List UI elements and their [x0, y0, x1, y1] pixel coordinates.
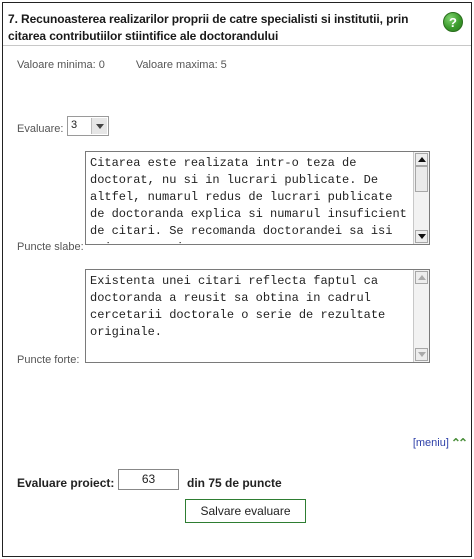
project-evaluation-label: Evaluare proiect:	[17, 476, 115, 490]
strong-points-label: Puncte forte:	[17, 354, 80, 366]
scroll-down-icon[interactable]	[415, 230, 428, 243]
help-icon[interactable]: ?	[443, 12, 463, 32]
strong-points-textarea[interactable]: Existenta unei citari reflecta faptul ca…	[85, 269, 430, 363]
project-score-suffix: din 75 de puncte	[187, 476, 282, 490]
project-score-input[interactable]: 63	[118, 469, 179, 490]
menu-link[interactable]: [meniu] ⌃⌃	[413, 436, 468, 450]
weak-points-text[interactable]: Citarea este realizata intr-o teza de do…	[90, 155, 411, 244]
save-evaluation-button[interactable]: Salvare evaluare	[185, 499, 306, 523]
criterion-header: 7. Recunoasterea realizarilor proprii de…	[3, 3, 471, 46]
evaluation-select[interactable]: 3	[67, 116, 109, 136]
help-glyph: ?	[449, 15, 457, 30]
menu-link-label[interactable]: [meniu]	[413, 437, 449, 449]
scroll-down-icon[interactable]	[415, 348, 428, 361]
scroll-thumb[interactable]	[415, 166, 428, 192]
weak-points-label: Puncte slabe:	[17, 241, 84, 253]
double-up-arrow-icon[interactable]: ⌃⌃	[451, 436, 468, 450]
weak-points-textarea[interactable]: Citarea este realizata intr-o teza de do…	[85, 151, 430, 245]
evaluation-label: Evaluare:	[17, 123, 64, 135]
weak-points-scrollbar[interactable]	[413, 152, 429, 244]
evaluation-panel: 7. Recunoasterea realizarilor proprii de…	[2, 2, 472, 557]
min-value-label: Valoare minima: 0	[17, 59, 105, 71]
value-range: Valoare minima: 0 Valoare maxima: 5	[17, 59, 255, 71]
chevron-down-icon[interactable]	[91, 118, 107, 134]
strong-points-scrollbar[interactable]	[413, 270, 429, 362]
scroll-up-icon[interactable]	[415, 271, 428, 284]
strong-points-text[interactable]: Existenta unei citari reflecta faptul ca…	[90, 273, 411, 341]
scroll-up-icon[interactable]	[415, 153, 428, 166]
max-value-label: Valoare maxima: 5	[135, 59, 227, 71]
evaluation-selected-value: 3	[71, 119, 78, 131]
criterion-title: 7. Recunoasterea realizarilor proprii de…	[8, 12, 409, 43]
